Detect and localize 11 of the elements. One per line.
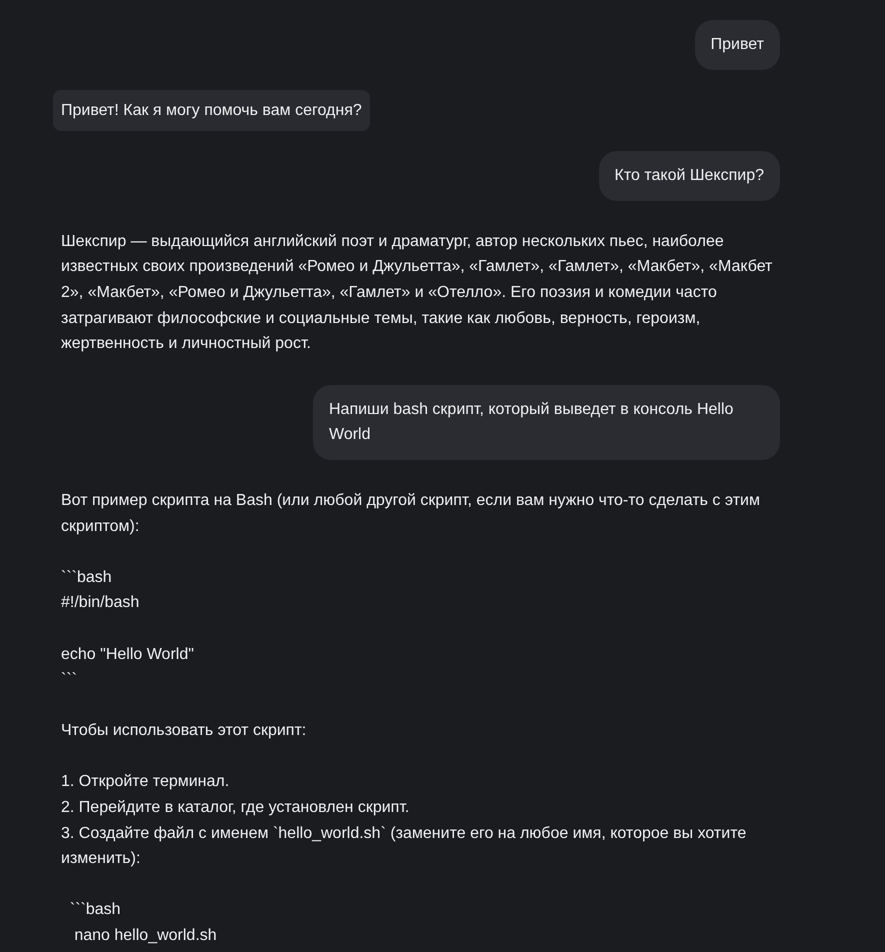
message-text: 1. Откройте терминал. 2. Перейдите в каталог, где установлен скрипт. 3. Создайте файл с именем `hello_world.sh` (замените его на любое имя, которое вы хотите изменить): [61, 772, 748, 870]
message-text: Вот пример скрипта на Bash (или любой другой скрипт, если вам нужно что-то сделать с этим скриптом): [61, 490, 761, 537]
message-text: echo "Hello World" ``` [61, 644, 195, 690]
message-text: ```bash nano hello_world.sh [68, 900, 218, 946]
message-text: Чтобы использовать этот скрипт: [61, 721, 308, 742]
user-message-bubble: Напиши bash скрипт, который выведет в консоль Hello World [313, 384, 780, 460]
user-message-bubble: Кто такой Шекспир? [598, 151, 780, 201]
user-message-bubble: Привет [694, 20, 780, 70]
message-text: Привет! Как я могу помочь вам сегодня? [61, 100, 362, 121]
message-text: ```bash #!/bin/bash [61, 568, 140, 614]
message-text: Шекспир — выдающийся английский поэт и драматург, автор нескольких пьес, наиболее известных своих произведений «Ромео и Джульетта», «Гамлет», «Гамлет», «Макбет», «Макбет 2», «Макбет», «Ромео и Джульетта», «Гамлет» и «Отелло». Его поэзия и комедии часто затрагивают философские и социальные темы, такие как любовь, верность, героизм, жертвенность и личностный рост. [61, 232, 774, 354]
